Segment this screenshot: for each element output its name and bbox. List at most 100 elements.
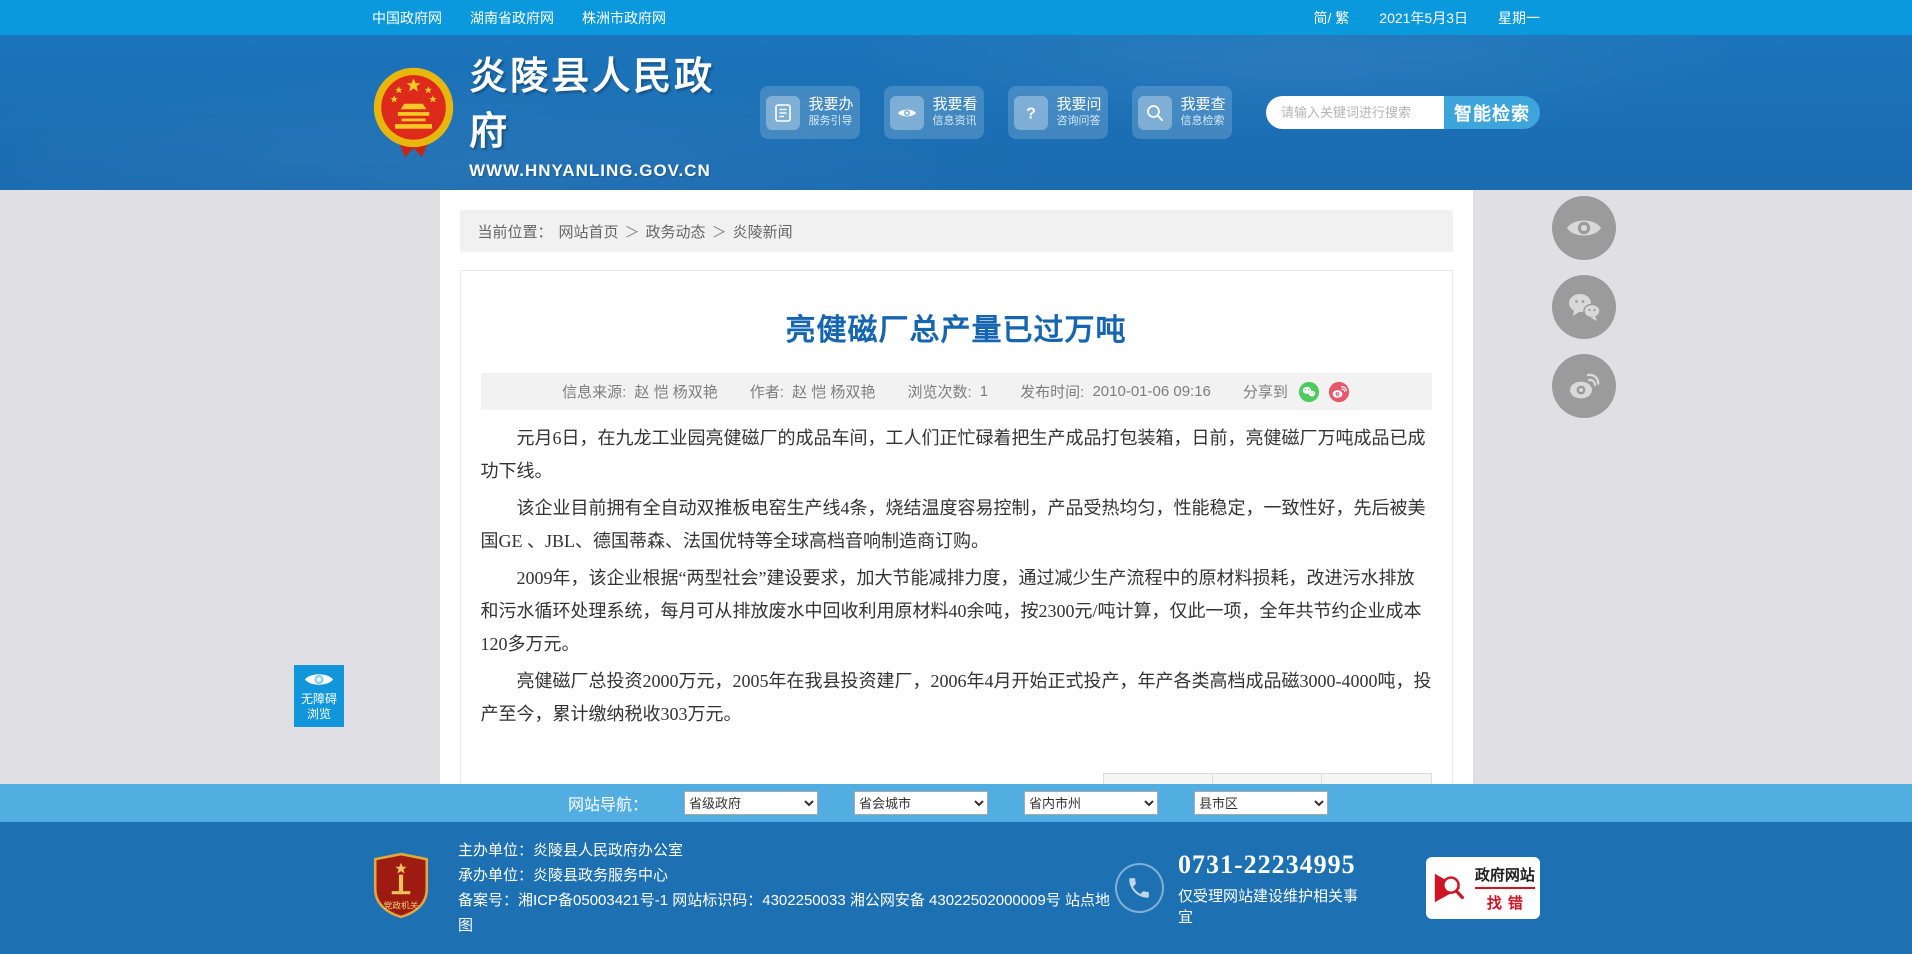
search-input[interactable] — [1266, 96, 1444, 129]
meta-source-value: 赵 恺 杨双艳 — [634, 384, 718, 401]
service-label: 我要看 — [932, 96, 978, 114]
meta-time-value: 2010-01-06 09:16 — [1092, 383, 1211, 400]
breadcrumb-separator: ＞ — [624, 223, 640, 241]
error-report-logo-icon — [1434, 873, 1464, 903]
site-logo[interactable]: 炎陵县人民政府 WWW.HNYANLING.GOV.CN — [372, 45, 734, 181]
site-search: 智能检索 — [1266, 96, 1540, 129]
footer-icp-line: 备案号：湘ICP备05003421号-1 网站标识码：4302250033 湘公… — [458, 892, 1110, 934]
service-button-cha[interactable]: 我要查 信息检索 — [1132, 86, 1232, 139]
meta-time-label: 发布时间: — [1020, 384, 1085, 401]
site-header: 炎陵县人民政府 WWW.HNYANLING.GOV.CN 我要办 服务引导 我要… — [0, 35, 1912, 190]
article-paragraph-4: 亮健磁厂总投资2000万元，2005年在我县投资建厂，2006年4月开始正式投产… — [480, 671, 1432, 724]
current-weekday: 星期一 — [1498, 9, 1540, 26]
gov-agency-badge[interactable]: 党政机关 — [372, 852, 430, 925]
service-label: 我要办 — [808, 96, 854, 114]
select-provincial-gov[interactable]: 省级政府 — [684, 791, 819, 815]
svg-text:党政机关: 党政机关 — [384, 899, 419, 910]
service-label: 我要问 — [1056, 96, 1102, 114]
wechat-icon — [1569, 294, 1601, 321]
footer-organizer-line: 承办单位：炎陵县政务服务中心 — [458, 867, 669, 884]
print-page-button[interactable]: 打印本页 — [1212, 773, 1323, 784]
meta-views-label: 浏览次数: — [907, 384, 972, 401]
service-sublabel: 咨询问答 — [1056, 115, 1101, 127]
site-name: 炎陵县人民政府 — [469, 55, 716, 153]
meta-author-label: 作者: — [749, 384, 784, 401]
topbar-right: 简/ 繁 2021年5月3日 星期一 — [1314, 8, 1541, 28]
wechat-share-icon[interactable] — [1298, 381, 1320, 403]
floating-toolbar — [1552, 196, 1616, 418]
service-buttons: 我要办 服务引导 我要看 信息资讯 ? 我要问 咨询问答 我要查 信息检索 — [760, 86, 1232, 139]
site-url: WWW.HNYANLING.GOV.CN — [469, 160, 711, 180]
link-china-gov[interactable]: 中国政府网 — [372, 8, 442, 28]
select-counties[interactable]: 县市区 — [1194, 791, 1329, 815]
service-button-banshi[interactable]: 我要办 服务引导 — [760, 86, 860, 139]
footer-host-line: 主办单位：炎陵县人民政府办公室 — [458, 842, 684, 859]
meta-author: 作者: 赵 恺 杨双艳 — [750, 381, 876, 402]
favorite-page-button[interactable]: 收藏本页 — [1103, 773, 1214, 784]
error-badge-title: 政府网站 — [1474, 864, 1535, 889]
link-zhuzhou-gov[interactable]: 株洲市政府网 — [582, 8, 666, 28]
phone-number: 0731-22234995 — [1177, 849, 1356, 879]
article-title: 亮健磁厂总产量已过万吨 — [785, 314, 1127, 347]
phone-icon — [1114, 863, 1164, 913]
footer: 党政机关 主办单位：炎陵县人民政府办公室 承办单位：炎陵县政务服务中心 备案号：… — [0, 822, 1912, 954]
document-icon — [766, 95, 801, 130]
question-icon: ? — [1014, 95, 1049, 130]
service-sublabel: 信息检索 — [1180, 115, 1225, 127]
topbar-links: 中国政府网 湖南省政府网 株洲市政府网 — [372, 8, 666, 28]
svg-text:?: ? — [1027, 105, 1037, 122]
error-badge-subtitle: 找错 — [1486, 895, 1529, 912]
phone-note: 仅受理网站建设维护相关事宜 — [1177, 887, 1358, 926]
meta-author-value: 赵 恺 杨双艳 — [792, 384, 876, 401]
breadcrumb-yanling-news[interactable]: 炎陵新闻 — [733, 221, 793, 242]
share-group: 分享到 — [1243, 381, 1350, 403]
select-capital-cities[interactable]: 省会城市 — [854, 791, 989, 815]
article-paragraph-1: 元月6日，在九龙工业园亮健磁厂的成品车间，工人们正忙碌着把生产成品打包装箱，日前… — [480, 428, 1426, 481]
footer-info: 主办单位：炎陵县人民政府办公室 承办单位：炎陵县政务服务中心 备案号：湘ICP备… — [458, 838, 1115, 938]
service-button-kan[interactable]: 我要看 信息资讯 — [884, 86, 984, 139]
footer-nav: 网站导航： 省级政府 省会城市 省内市州 县市区 — [0, 784, 1912, 822]
main-content: 当前位置： 网站首页 ＞ 政务动态 ＞ 炎陵新闻 亮健磁厂总产量已过万吨 信息来… — [0, 190, 1912, 784]
weibo-icon — [1570, 373, 1600, 399]
meta-views: 浏览次数: 1 — [907, 381, 988, 402]
footer-phone: 0731-22234995 仅受理网站建设维护相关事宜 — [1114, 849, 1370, 927]
breadcrumb-home[interactable]: 网站首页 — [559, 221, 619, 242]
breadcrumb-separator: ＞ — [711, 223, 727, 241]
service-label: 我要查 — [1180, 96, 1226, 114]
accessibility-eye-icon — [305, 674, 333, 685]
accessibility-browse-button[interactable]: 无障碍 浏览 — [294, 665, 344, 727]
eye-view-float-button[interactable] — [1552, 196, 1616, 260]
close-page-button[interactable]: 关闭本页 — [1321, 773, 1432, 784]
gov-site-error-report-badge[interactable]: 政府网站 找错 — [1425, 857, 1540, 919]
select-province-cities[interactable]: 省内市州 — [1024, 791, 1159, 815]
magnifier-icon — [1138, 95, 1173, 130]
breadcrumb: 当前位置： 网站首页 ＞ 政务动态 ＞ 炎陵新闻 — [459, 210, 1453, 252]
lang-toggle[interactable]: 简/ 繁 — [1314, 8, 1350, 28]
article: 亮健磁厂总产量已过万吨 信息来源: 赵 恺 杨双艳 作者: 赵 恺 杨双艳 浏览… — [459, 270, 1453, 784]
accessibility-label-line1: 无障碍 — [300, 692, 337, 706]
meta-time: 发布时间: 2010-01-06 09:16 — [1020, 381, 1211, 402]
service-sublabel: 服务引导 — [808, 115, 853, 127]
national-emblem-icon — [373, 67, 454, 157]
wechat-float-button[interactable] — [1552, 275, 1616, 339]
gov-shield-icon: 党政机关 — [373, 852, 429, 918]
eye-icon — [1567, 220, 1601, 236]
service-sublabel: 信息资讯 — [932, 115, 977, 127]
smart-search-button[interactable]: 智能检索 — [1444, 96, 1540, 129]
article-paragraph-3: 2009年，该企业根据“两型社会”建设要求，加大节能减排力度，通过减少生产流程中… — [480, 568, 1422, 654]
meta-source: 信息来源: 赵 恺 杨双艳 — [562, 381, 718, 402]
breadcrumb-zhengwu[interactable]: 政务动态 — [646, 221, 706, 242]
link-hunan-gov[interactable]: 湖南省政府网 — [470, 8, 554, 28]
article-meta: 信息来源: 赵 恺 杨双艳 作者: 赵 恺 杨双艳 浏览次数: 1 发布时间: … — [480, 373, 1432, 410]
article-body: 元月6日，在九龙工业园亮健磁厂的成品车间，工人们正忙碌着把生产成品打包装箱，日前… — [481, 422, 1432, 731]
article-actions: 收藏本页 打印本页 关闭本页 — [481, 773, 1432, 784]
meta-views-value: 1 — [979, 383, 989, 400]
current-date: 2021年5月3日 — [1379, 9, 1468, 26]
footer-nav-label: 网站导航： — [568, 797, 649, 814]
weibo-share-icon[interactable] — [1328, 381, 1350, 403]
share-label: 分享到 — [1242, 384, 1288, 401]
service-button-wen[interactable]: ? 我要问 咨询问答 — [1008, 86, 1108, 139]
weibo-float-button[interactable] — [1552, 354, 1616, 418]
meta-source-label: 信息来源: — [562, 384, 627, 401]
breadcrumb-label: 当前位置： — [477, 223, 553, 241]
